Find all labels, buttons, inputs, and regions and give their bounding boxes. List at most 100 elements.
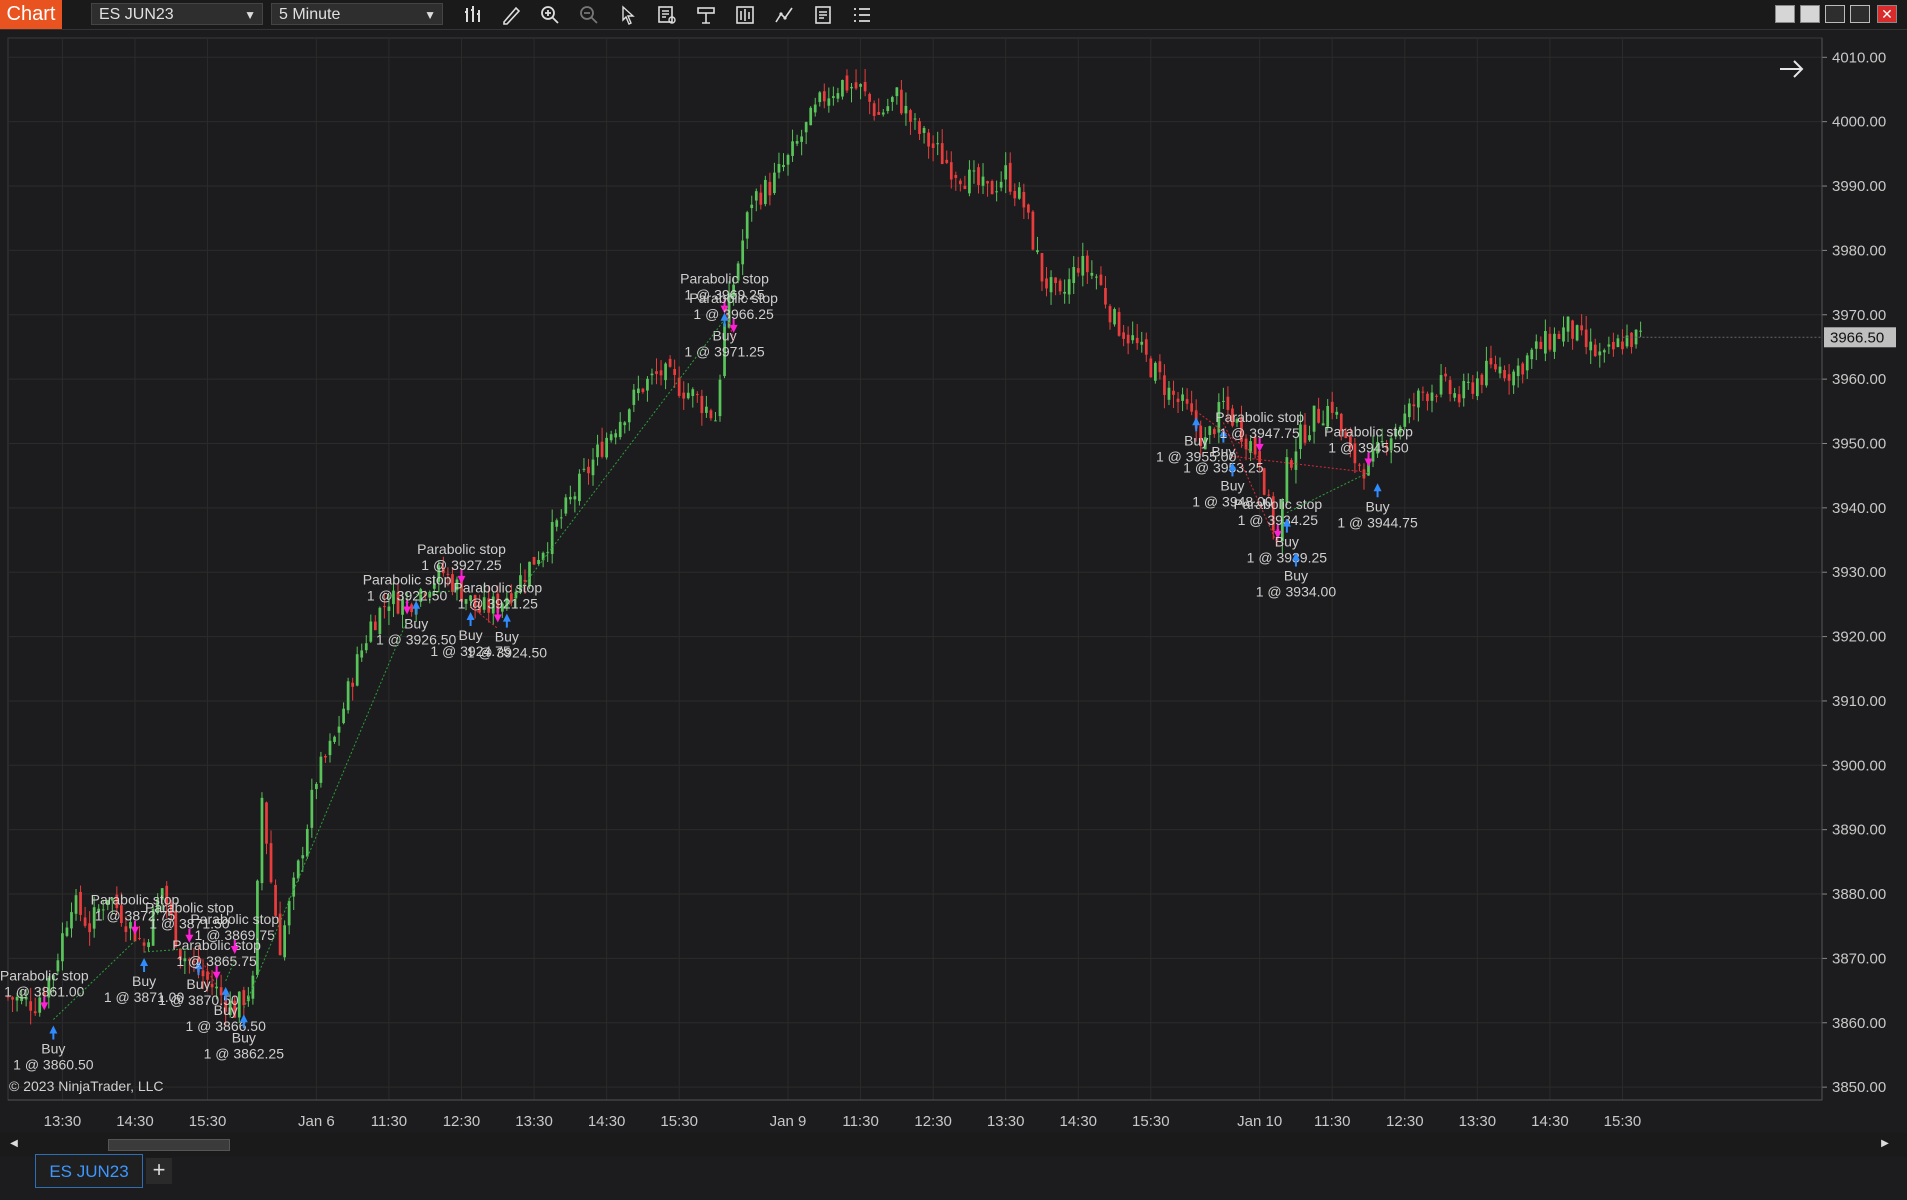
candle-body <box>777 163 781 173</box>
add-tab-button[interactable]: + <box>146 1158 172 1184</box>
candle-body <box>33 1011 37 1014</box>
candle-body <box>1063 291 1067 294</box>
candle-body <box>1176 398 1180 403</box>
buy-label: Buy <box>41 1041 65 1057</box>
candle-body <box>1294 451 1298 470</box>
x-tick-label: 14:30 <box>588 1113 626 1130</box>
candle-body <box>1516 365 1520 377</box>
candle-body <box>1358 464 1361 466</box>
candle-body <box>138 937 141 939</box>
tile-window-button[interactable] <box>1775 5 1795 23</box>
candle-body <box>1335 411 1339 415</box>
candle-body <box>1435 395 1438 397</box>
candle-body <box>337 726 341 733</box>
candle-body <box>804 122 808 133</box>
candle-body <box>705 406 708 413</box>
candle-body <box>813 104 817 113</box>
scroll-right-icon[interactable]: ▶ <box>1879 1138 1891 1150</box>
buy-label: Buy <box>1220 477 1244 493</box>
candle-body <box>1140 341 1144 345</box>
candle-body <box>918 121 921 134</box>
candle-body <box>582 468 586 470</box>
candle-body <box>378 607 382 635</box>
x-tick-label: 15:30 <box>1132 1113 1170 1130</box>
instrument-selector[interactable]: ES JUN23 ▼ <box>91 3 263 25</box>
candle-body <box>745 212 749 239</box>
candle-body <box>83 917 87 926</box>
candle-body <box>1448 380 1452 395</box>
price-chart[interactable]: 3850.00 3860.00 3870.00 3880.00 3890.00 3900.… <box>0 30 1907 1130</box>
candle-body <box>1444 373 1447 377</box>
candle-body <box>623 422 627 426</box>
candle-body <box>1126 334 1130 344</box>
candle-body <box>1122 332 1125 339</box>
candle-body <box>1104 288 1107 305</box>
horizontal-scrollbar[interactable]: ◀ ▶ <box>0 1133 1907 1157</box>
indicators-icon[interactable] <box>734 4 756 26</box>
templates-icon[interactable] <box>812 4 834 26</box>
buy-label: Buy <box>712 328 736 344</box>
list-icon[interactable] <box>851 4 873 26</box>
candle-body <box>1584 329 1588 348</box>
candle-body <box>383 606 386 608</box>
minimize-button[interactable] <box>1825 5 1845 23</box>
candle-body <box>315 783 318 790</box>
candle-body <box>686 392 690 399</box>
pencil-draw-icon[interactable] <box>500 4 522 26</box>
candle-body <box>1503 369 1506 379</box>
candle-body <box>1521 363 1525 375</box>
parabolic-stop-label: Parabolic stop <box>680 271 769 287</box>
chart-menu-button[interactable]: Chart <box>0 0 62 29</box>
candle-body <box>863 81 867 92</box>
candle-body <box>877 112 881 115</box>
zoom-out-icon[interactable] <box>578 4 600 26</box>
bar-type-icon[interactable] <box>462 4 484 26</box>
trade-fill-label: 1 @ 3944.75 <box>1337 514 1418 530</box>
interval-selector[interactable]: 5 Minute ▼ <box>271 3 443 25</box>
candle-body <box>301 855 305 859</box>
candle-body <box>995 191 998 193</box>
candle-body <box>319 756 323 783</box>
candle-body <box>1131 335 1135 341</box>
candle-body <box>1208 426 1212 435</box>
candle-body <box>1181 394 1184 401</box>
data-box-icon[interactable] <box>656 4 678 26</box>
candle-body <box>1475 378 1479 397</box>
candle-body <box>709 410 713 419</box>
buy-label: Buy <box>404 616 428 632</box>
zoom-in-icon[interactable] <box>539 4 561 26</box>
candle-body <box>1480 374 1484 385</box>
trade-fill-label: 1 @ 3921.25 <box>458 596 539 612</box>
candle-body <box>1575 325 1579 341</box>
candle-body <box>1512 371 1515 386</box>
buy-label: Buy <box>214 1002 238 1018</box>
candle-body <box>695 394 699 396</box>
candle-body <box>1153 362 1157 381</box>
scroll-left-icon[interactable]: ◀ <box>8 1138 20 1150</box>
candle-body <box>754 191 758 201</box>
candle-body <box>305 829 309 857</box>
candle-body <box>65 927 69 936</box>
pointer-icon[interactable] <box>617 4 639 26</box>
candle-body <box>700 395 704 414</box>
candle-body <box>1040 253 1044 282</box>
properties-icon[interactable] <box>695 4 717 26</box>
tab-es-jun23[interactable]: ES JUN23 <box>35 1154 143 1188</box>
candle-body <box>895 87 899 97</box>
maximize-button[interactable] <box>1850 5 1870 23</box>
x-tick-label: Jan 10 <box>1237 1113 1282 1130</box>
x-tick-label: 13:30 <box>44 1113 82 1130</box>
close-button[interactable]: ✕ <box>1877 5 1897 23</box>
strategies-icon[interactable] <box>773 4 795 26</box>
candle-body <box>999 181 1003 188</box>
scroll-thumb[interactable] <box>108 1139 230 1151</box>
candle-body <box>791 141 794 156</box>
candle-body <box>981 176 985 186</box>
cascade-window-button[interactable] <box>1800 5 1820 23</box>
candle-body <box>773 172 776 194</box>
trade-fill-label: 1 @ 3947.75 <box>1219 425 1300 441</box>
candle-body <box>1407 403 1411 418</box>
candle-body <box>1530 349 1534 360</box>
candle-body <box>1507 374 1511 381</box>
candle-body <box>850 86 853 89</box>
